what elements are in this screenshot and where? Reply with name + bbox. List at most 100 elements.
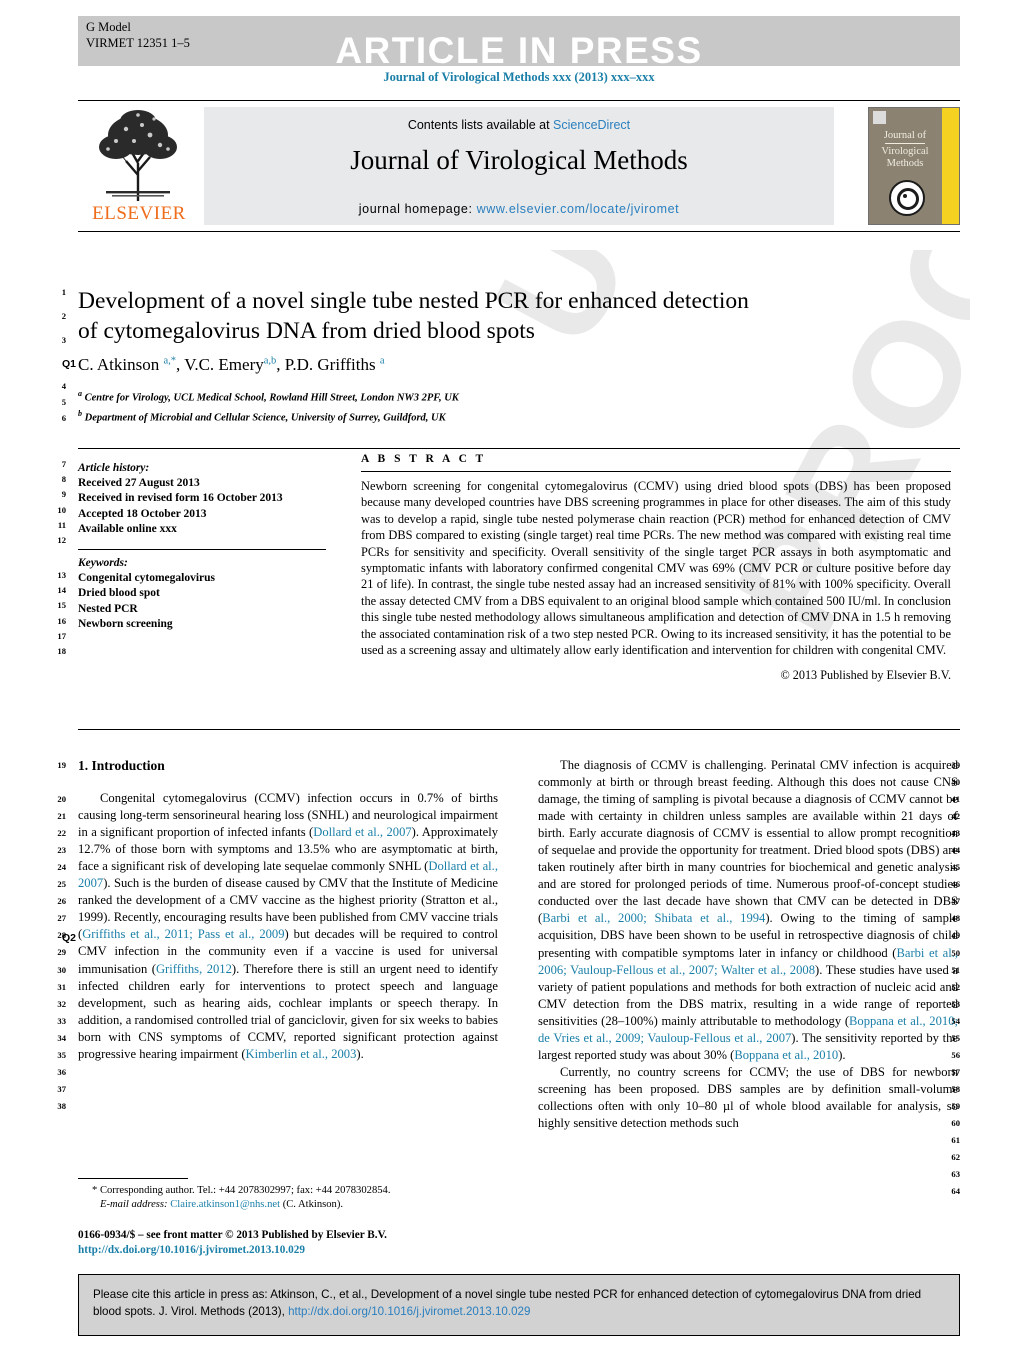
line-numbers-affil: 4 5 6 — [44, 381, 66, 429]
g-model-label: G Model — [86, 20, 131, 34]
corresponding-author-footnote: * Corresponding author. Tel.: +44 207830… — [78, 1178, 498, 1212]
line-number: 33 — [57, 1015, 66, 1026]
line-number: 45 — [951, 862, 960, 873]
abstract-text: Newborn screening for congenital cytomeg… — [361, 479, 951, 658]
cover-title-rule — [885, 143, 925, 144]
line-number: 14 — [57, 585, 66, 596]
line-number: 17 — [57, 630, 66, 641]
line-number: 23 — [57, 845, 66, 856]
line-number: 35 — [57, 1049, 66, 1060]
journal-homepage-line: journal homepage: www.elsevier.com/locat… — [204, 202, 834, 216]
line-number: 64 — [951, 1186, 960, 1197]
history-item: Accepted 18 October 2013 — [78, 507, 207, 520]
line-number: 24 — [57, 862, 66, 873]
line-number: 54 — [951, 1015, 960, 1026]
cover-stripe — [942, 108, 959, 224]
footnote-rule — [78, 1178, 188, 1179]
info-divider — [78, 549, 326, 551]
keyword-item: Nested PCR — [78, 602, 138, 615]
line-number: 15 — [57, 600, 66, 611]
homepage-url-link[interactable]: www.elsevier.com/locate/jviromet — [477, 202, 680, 216]
abstract-rule — [361, 471, 951, 472]
line-number: 32 — [57, 998, 66, 1009]
line-number: 62 — [951, 1152, 960, 1163]
line-number: 50 — [951, 947, 960, 958]
line-number: 44 — [951, 845, 960, 856]
footnote-email-line: E-mail address: Claire.atkinson1@nhs.net… — [78, 1198, 498, 1212]
line-number: 63 — [951, 1169, 960, 1180]
line-number: 61 — [951, 1135, 960, 1146]
body-column-left: 1. Introduction Congenital cytomegalovir… — [78, 757, 498, 1063]
g-model-block: G Model VIRMET 12351 1–5 — [86, 19, 190, 51]
elsevier-wordmark: ELSEVIER — [92, 203, 186, 224]
footnote-contact-line: * Corresponding author. Tel.: +44 207830… — [92, 1185, 391, 1196]
cite-text-block: Please cite this article in press as: At… — [93, 1286, 945, 1320]
intro-paragraph-3: Currently, no country screens for CCMV; … — [538, 1064, 958, 1130]
sciencedirect-link[interactable]: ScienceDirect — [553, 118, 630, 132]
line-number: 57 — [951, 1066, 960, 1077]
line-number: 3 — [61, 335, 66, 345]
line-numbers-keywords: 13 14 15 16 17 18 — [44, 570, 66, 661]
line-number: 26 — [57, 896, 66, 907]
line-number: 4 — [61, 381, 66, 391]
line-number: 30 — [57, 964, 66, 975]
line-number: 47 — [951, 896, 960, 907]
journal-reference-line: Journal of Virological Methods xxx (2013… — [383, 70, 655, 84]
section-heading-introduction: 1. Introduction — [78, 758, 165, 773]
intro-paragraph-1: Congenital cytomegalovirus (CCMV) infect… — [78, 791, 498, 1061]
article-in-press-band: ARTICLE IN PRESS — [78, 16, 960, 71]
line-number: 43 — [951, 828, 960, 839]
line-number: 55 — [951, 1032, 960, 1043]
line-number: 58 — [951, 1083, 960, 1094]
line-number: 37 — [57, 1083, 66, 1094]
cover-title-line-3: Methods — [886, 158, 924, 169]
imprint-doi-link[interactable]: http://dx.doi.org/10.1016/j.jviromet.201… — [78, 1243, 387, 1258]
history-item: Available online xxx — [78, 522, 177, 535]
abstract-copyright: © 2013 Published by Elsevier B.V. — [780, 668, 951, 683]
masthead-panel: Contents lists available at ScienceDirec… — [204, 107, 834, 225]
line-number: 51 — [951, 964, 960, 975]
line-numbers-info: 7 8 9 10 11 12 — [44, 459, 66, 550]
line-number: 2 — [61, 311, 66, 321]
line-number: 8 — [61, 474, 66, 485]
article-in-press-label: ARTICLE IN PRESS — [335, 30, 703, 71]
cite-doi-link[interactable]: http://dx.doi.org/10.1016/j.jviromet.201… — [288, 1305, 530, 1318]
journal-title: Journal of Virological Methods — [350, 145, 688, 175]
line-number: 13 — [57, 570, 66, 580]
cover-title-line-2: Virological — [881, 146, 929, 157]
keywords-heading: Keywords: — [78, 557, 128, 570]
line-number: 38 — [57, 1100, 66, 1111]
cite-this-article-box: Please cite this article in press as: At… — [78, 1274, 960, 1336]
line-number: 18 — [57, 645, 66, 656]
email-link[interactable]: Claire.atkinson1@nhs.net — [170, 1199, 280, 1210]
affiliations: a Centre for Virology, UCL Medical Schoo… — [78, 386, 459, 425]
query-tag-q1: Q1 — [62, 358, 77, 370]
line-number: 41 — [951, 794, 960, 805]
line-number: 31 — [57, 981, 66, 992]
journal-cover-thumbnail: Journal of Virological Methods — [868, 107, 960, 225]
article-page: UNCORRECTED PROOF ARTICLE IN PRESS G Mod… — [0, 0, 1020, 1351]
email-label: E-mail address: — [100, 1199, 168, 1210]
intro-paragraph-2: The diagnosis of CCMV is challenging. Pe… — [538, 758, 959, 1062]
line-number: 12 — [57, 534, 66, 545]
line-number: 5 — [61, 397, 66, 407]
affiliation-b-text: Department of Microbial and Cellular Sci… — [84, 412, 446, 423]
line-number: 56 — [951, 1049, 960, 1060]
line-number: 46 — [951, 879, 960, 890]
imprint-block: 0166-0934/$ – see front matter © 2013 Pu… — [78, 1228, 387, 1258]
email-owner: (C. Atkinson). — [282, 1199, 344, 1210]
line-number: 7 — [61, 459, 66, 469]
affiliation-a: a Centre for Virology, UCL Medical Schoo… — [78, 389, 459, 404]
line-number: 53 — [951, 998, 960, 1009]
imprint-line: 0166-0934/$ – see front matter © 2013 Pu… — [78, 1229, 387, 1241]
line-numbers-right-column: 39 40 41 42 43 44 45 46 47 48 49 50 51 5… — [938, 760, 960, 1203]
query-tag-q2: Q2 — [62, 932, 77, 944]
line-numbers-head: 1 2 3 — [44, 287, 66, 359]
line-number: 1 — [61, 287, 66, 297]
history-item: Received in revised form 16 October 2013 — [78, 492, 283, 505]
line-number: 25 — [57, 879, 66, 890]
line-number: 48 — [951, 913, 960, 924]
keyword-item: Dried blood spot — [78, 587, 160, 600]
line-number: 6 — [61, 413, 66, 423]
line-number: 60 — [951, 1117, 960, 1128]
